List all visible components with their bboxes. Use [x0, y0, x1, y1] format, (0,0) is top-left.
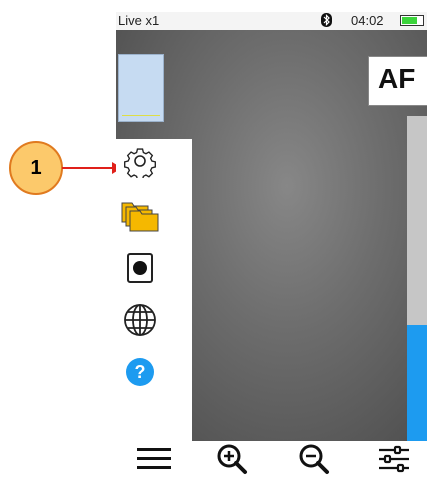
thumbnail-marker-line	[122, 115, 160, 116]
folders-icon	[120, 199, 160, 238]
adjust-button[interactable]	[374, 441, 414, 481]
callout-arrow-line	[62, 167, 116, 169]
autofocus-button[interactable]: AF	[368, 56, 427, 106]
files-button[interactable]	[120, 198, 160, 238]
callout-badge: 1	[9, 141, 63, 195]
help-icon: ?	[125, 357, 155, 392]
help-button[interactable]: ?	[120, 354, 160, 394]
record-button[interactable]	[120, 250, 160, 290]
clock-label: 04:02	[351, 13, 384, 28]
zoom-in-icon	[216, 443, 248, 480]
level-bar	[407, 116, 427, 443]
gear-icon	[123, 144, 157, 183]
bluetooth-icon	[321, 13, 332, 30]
device-screen: Live x1 04:02 AF ?	[116, 12, 427, 481]
settings-button[interactable]	[120, 143, 160, 183]
zoom-out-icon	[298, 443, 330, 480]
record-icon	[125, 252, 155, 289]
level-bar-fill	[407, 325, 427, 443]
language-button[interactable]	[120, 302, 160, 342]
thumbnail-preview[interactable]	[118, 54, 164, 122]
battery-icon	[400, 15, 424, 26]
help-glyph: ?	[135, 362, 146, 382]
sliders-icon	[378, 445, 410, 478]
zoom-in-button[interactable]	[212, 441, 252, 481]
globe-icon	[122, 302, 158, 343]
battery-level	[402, 17, 417, 24]
live-mode-label: Live x1	[118, 13, 160, 28]
status-bar: Live x1 04:02	[116, 12, 427, 30]
menu-button[interactable]	[134, 441, 174, 481]
bottom-toolbar	[116, 441, 427, 481]
callout-number: 1	[30, 156, 42, 179]
sidebar: ?	[116, 139, 192, 441]
menu-icon	[137, 446, 171, 477]
zoom-out-button[interactable]	[294, 441, 334, 481]
